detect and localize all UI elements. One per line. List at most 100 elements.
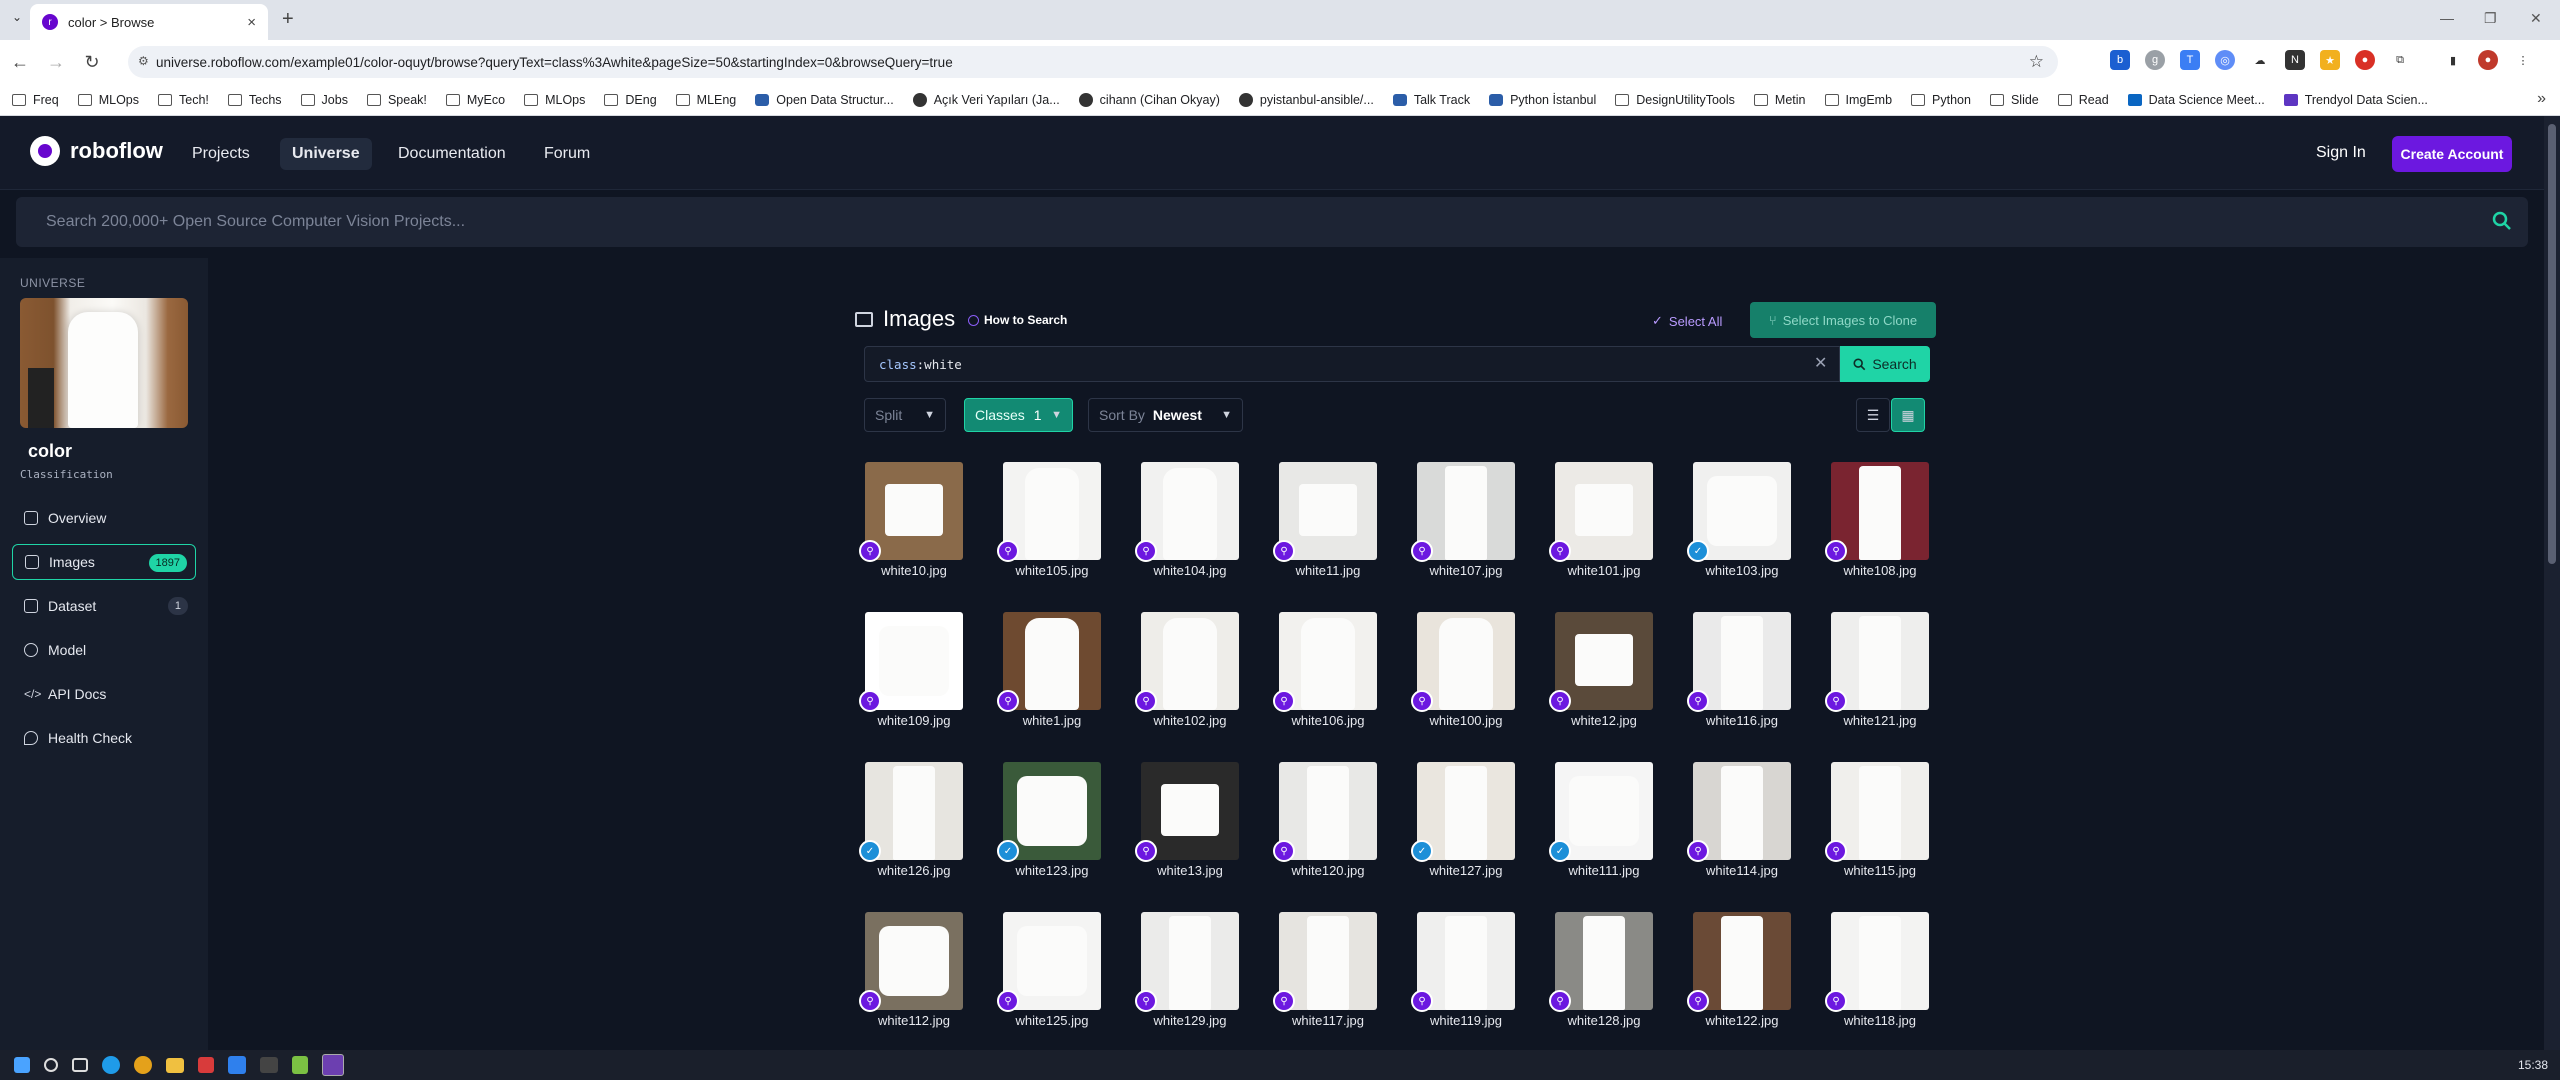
list-view-button[interactable]: ☰ [1856, 398, 1890, 432]
grid-view-button[interactable]: ▦ [1891, 398, 1925, 432]
nav-projects[interactable]: Projects [180, 138, 262, 170]
split-dropdown[interactable]: Split ▼ [864, 398, 946, 432]
image-tile[interactable]: ⚲ white104.jpg [1135, 462, 1239, 578]
edge-icon[interactable] [102, 1056, 120, 1074]
bookmark-item[interactable]: DesignUtilityTools [1615, 93, 1735, 107]
back-icon[interactable]: ← [4, 52, 36, 73]
project-thumbnail[interactable] [20, 298, 188, 428]
image-tile[interactable]: ⚲ white12.jpg [1549, 612, 1653, 728]
close-window-icon[interactable]: ✕ [2530, 10, 2542, 27]
bookmark-item[interactable]: MLEng [675, 93, 736, 107]
extension-icon[interactable]: ◎ [2215, 50, 2235, 70]
vscode-icon[interactable] [228, 1056, 246, 1074]
image-tile[interactable]: ⚲ white106.jpg [1273, 612, 1377, 728]
image-tile[interactable]: ⚲ white13.jpg [1135, 762, 1239, 878]
bookmark-item[interactable]: Python [1911, 93, 1971, 107]
bookmark-item[interactable]: DEng [604, 93, 657, 107]
search-icon[interactable] [44, 1058, 58, 1072]
image-tile[interactable]: ⚲ white112.jpg [859, 912, 963, 1028]
cloud-icon[interactable]: ☁ [2250, 50, 2270, 70]
sidebar-item-images[interactable]: Images 1897 [12, 544, 196, 580]
bookmark-item[interactable]: Read [2057, 93, 2109, 107]
forward-icon[interactable]: → [40, 52, 72, 73]
image-tile[interactable]: ⚲ white128.jpg [1549, 912, 1653, 1028]
bookmark-item[interactable]: pyistanbul-ansible/... [1238, 92, 1374, 107]
url-input[interactable]: ⚙ universe.roboflow.com/example01/color-… [128, 46, 2058, 78]
scrollbar-thumb[interactable] [2548, 124, 2556, 564]
puzzle-icon[interactable]: ⧉ [2390, 50, 2410, 70]
terminal-icon[interactable] [260, 1057, 278, 1073]
image-tile[interactable]: ⚲ white114.jpg [1687, 762, 1791, 878]
side-panel-icon[interactable]: ▮ [2443, 50, 2463, 70]
new-tab-icon[interactable]: + [282, 8, 294, 31]
bookmark-item[interactable]: Python İstanbul [1489, 93, 1596, 107]
bookmark-item[interactable]: Open Data Structur... [755, 93, 894, 107]
bookmark-item[interactable]: Slide [1989, 93, 2039, 107]
image-tile[interactable]: ⚲ white1.jpg [997, 612, 1101, 728]
profile-avatar[interactable]: ● [2478, 50, 2498, 70]
task-view-icon[interactable] [72, 1058, 88, 1072]
query-search-button[interactable]: Search [1840, 346, 1930, 382]
bookmark-item[interactable]: Techs [227, 93, 282, 107]
image-tile[interactable]: ⚲ white117.jpg [1273, 912, 1377, 1028]
create-account-button[interactable]: Create Account [2392, 136, 2512, 172]
image-tile[interactable]: ⚲ white100.jpg [1411, 612, 1515, 728]
image-tile[interactable]: ⚲ white101.jpg [1549, 462, 1653, 578]
select-images-to-clone-button[interactable]: ⑂ Select Images to Clone [1750, 302, 1936, 338]
image-tile[interactable]: ⚲ white129.jpg [1135, 912, 1239, 1028]
nav-universe[interactable]: Universe [280, 138, 372, 170]
image-tile[interactable]: ✓ white123.jpg [997, 762, 1101, 878]
bookmark-star-icon[interactable]: ☆ [2029, 52, 2044, 72]
minimize-icon[interactable]: — [2440, 10, 2454, 26]
bookmark-item[interactable]: Tech! [158, 93, 209, 107]
image-tile[interactable]: ✓ white111.jpg [1549, 762, 1653, 878]
chrome-icon[interactable] [134, 1056, 152, 1074]
image-tile[interactable]: ⚲ white120.jpg [1273, 762, 1377, 878]
extension-icon[interactable]: g [2145, 50, 2165, 70]
bookmark-item[interactable]: ImgEmb [1824, 93, 1892, 107]
sign-in-link[interactable]: Sign In [2316, 144, 2366, 162]
image-tile[interactable]: ⚲ white102.jpg [1135, 612, 1239, 728]
roboflow-logo[interactable]: roboflow [30, 136, 163, 166]
query-input[interactable]: class: white [864, 346, 1840, 382]
sidebar-item-dataset[interactable]: Dataset 1 [12, 588, 196, 624]
universe-search-input[interactable]: Search 200,000+ Open Source Computer Vis… [16, 197, 2528, 247]
clear-query-icon[interactable]: ✕ [1814, 353, 1827, 373]
image-tile[interactable]: ⚲ white105.jpg [997, 462, 1101, 578]
sidebar-item-api-docs[interactable]: </> API Docs [12, 676, 196, 712]
bookmark-item[interactable]: Jobs [300, 93, 348, 107]
image-tile[interactable]: ⚲ white109.jpg [859, 612, 963, 728]
image-tile[interactable]: ⚲ white121.jpg [1825, 612, 1929, 728]
image-tile[interactable]: ⚲ white10.jpg [859, 462, 963, 578]
image-tile[interactable]: ✓ white127.jpg [1411, 762, 1515, 878]
bookmark-item[interactable]: cihann (Cihan Okyay) [1078, 92, 1220, 107]
image-tile[interactable]: ✓ white103.jpg [1687, 462, 1791, 578]
menu-icon[interactable]: ⋮ [2513, 50, 2533, 70]
image-tile[interactable]: ⚲ white107.jpg [1411, 462, 1515, 578]
bookmark-item[interactable]: Speak! [366, 93, 427, 107]
bookmark-item[interactable]: Açık Veri Yapıları (Ja... [912, 92, 1060, 107]
bookmark-item[interactable]: Data Science Meet... [2127, 93, 2265, 107]
site-info-icon[interactable]: ⚙ [138, 54, 150, 68]
close-tab-icon[interactable]: × [247, 14, 256, 31]
sort-dropdown[interactable]: Sort By Newest ▼ [1088, 398, 1243, 432]
notepad-icon[interactable] [292, 1056, 308, 1074]
image-tile[interactable]: ⚲ white119.jpg [1411, 912, 1515, 1028]
active-app-icon[interactable] [322, 1054, 344, 1076]
notion-icon[interactable]: N [2285, 50, 2305, 70]
how-to-search-link[interactable]: How to Search [968, 313, 1067, 327]
bookmark-item[interactable]: MLOps [524, 93, 585, 107]
image-tile[interactable]: ⚲ white11.jpg [1273, 462, 1377, 578]
image-tile[interactable]: ⚲ white116.jpg [1687, 612, 1791, 728]
browser-tab[interactable]: r color > Browse × [30, 4, 268, 40]
image-tile[interactable]: ⚲ white125.jpg [997, 912, 1101, 1028]
sidebar-item-model[interactable]: Model [12, 632, 196, 668]
bookmark-item[interactable]: Trendyol Data Scien... [2283, 93, 2428, 107]
bitwarden-icon[interactable]: b [2110, 50, 2130, 70]
file-explorer-icon[interactable] [166, 1057, 184, 1073]
sidebar-item-overview[interactable]: Overview [12, 500, 196, 536]
classes-dropdown[interactable]: Classes 1 ▼ [964, 398, 1073, 432]
restore-icon[interactable]: ❐ [2484, 10, 2497, 27]
app-icon[interactable] [198, 1057, 214, 1073]
start-icon[interactable] [14, 1057, 30, 1073]
